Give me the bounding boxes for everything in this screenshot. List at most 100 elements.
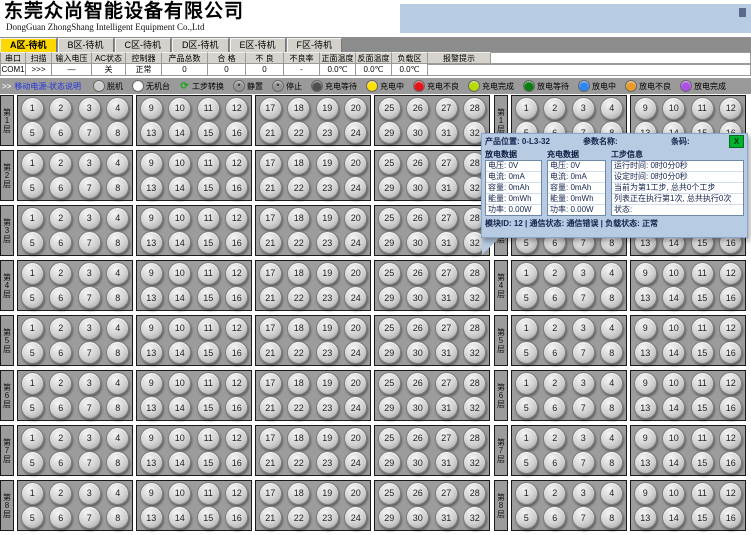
cell-button-4[interactable]: 4 [106, 427, 129, 450]
cell-button-19[interactable]: 19 [316, 207, 339, 230]
cell-button-3[interactable]: 3 [572, 317, 595, 340]
cell-button-4[interactable]: 4 [600, 317, 623, 340]
cell-button-15[interactable]: 15 [197, 231, 220, 254]
cell-button-6[interactable]: 6 [543, 506, 566, 529]
cell-button-19[interactable]: 19 [316, 317, 339, 340]
cell-button-5[interactable]: 5 [21, 451, 44, 474]
cell-button-16[interactable]: 16 [719, 506, 742, 529]
cell-button-10[interactable]: 10 [168, 207, 191, 230]
cell-button-3[interactable]: 3 [78, 372, 101, 395]
cell-button-8[interactable]: 8 [106, 121, 129, 144]
cell-button-3[interactable]: 3 [78, 262, 101, 285]
cell-button-5[interactable]: 5 [21, 176, 44, 199]
cell-button-17[interactable]: 17 [259, 97, 282, 120]
cell-button-25[interactable]: 25 [378, 427, 401, 450]
cell-button-16[interactable]: 16 [225, 176, 248, 199]
cell-button-2[interactable]: 2 [49, 427, 72, 450]
cell-button-7[interactable]: 7 [78, 451, 101, 474]
cell-button-2[interactable]: 2 [49, 317, 72, 340]
cell-button-1[interactable]: 1 [21, 207, 44, 230]
cell-button-12[interactable]: 12 [225, 97, 248, 120]
cell-button-5[interactable]: 5 [21, 231, 44, 254]
cell-button-3[interactable]: 3 [78, 427, 101, 450]
cell-button-30[interactable]: 30 [406, 396, 429, 419]
cell-button-9[interactable]: 9 [140, 152, 163, 175]
cell-button-8[interactable]: 8 [600, 286, 623, 309]
cell-button-14[interactable]: 14 [168, 231, 191, 254]
cell-button-27[interactable]: 27 [435, 152, 458, 175]
cell-button-1[interactable]: 1 [21, 152, 44, 175]
cell-button-10[interactable]: 10 [662, 97, 685, 120]
cell-button-8[interactable]: 8 [106, 341, 129, 364]
cell-button-29[interactable]: 29 [378, 451, 401, 474]
cell-button-31[interactable]: 31 [435, 121, 458, 144]
cell-button-13[interactable]: 13 [140, 506, 163, 529]
cell-button-29[interactable]: 29 [378, 231, 401, 254]
cell-button-15[interactable]: 15 [197, 451, 220, 474]
cell-button-32[interactable]: 32 [463, 506, 486, 529]
cell-button-9[interactable]: 9 [140, 262, 163, 285]
cell-button-9[interactable]: 9 [140, 482, 163, 505]
cell-button-10[interactable]: 10 [662, 317, 685, 340]
cell-button-4[interactable]: 4 [600, 97, 623, 120]
cell-button-8[interactable]: 8 [600, 396, 623, 419]
cell-button-13[interactable]: 13 [140, 286, 163, 309]
cell-button-13[interactable]: 13 [140, 176, 163, 199]
cell-button-1[interactable]: 1 [515, 482, 538, 505]
cell-button-30[interactable]: 30 [406, 176, 429, 199]
cell-button-9[interactable]: 9 [140, 317, 163, 340]
cell-button-20[interactable]: 20 [344, 97, 367, 120]
cell-button-23[interactable]: 23 [316, 451, 339, 474]
cell-button-26[interactable]: 26 [406, 427, 429, 450]
cell-button-21[interactable]: 21 [259, 396, 282, 419]
cell-button-6[interactable]: 6 [49, 396, 72, 419]
cell-button-8[interactable]: 8 [106, 176, 129, 199]
cell-button-16[interactable]: 16 [719, 286, 742, 309]
cell-button-5[interactable]: 5 [21, 286, 44, 309]
cell-button-20[interactable]: 20 [344, 427, 367, 450]
cell-button-29[interactable]: 29 [378, 506, 401, 529]
cell-button-11[interactable]: 11 [197, 427, 220, 450]
cell-button-21[interactable]: 21 [259, 121, 282, 144]
cell-button-23[interactable]: 23 [316, 176, 339, 199]
cell-button-11[interactable]: 11 [197, 97, 220, 120]
cell-button-11[interactable]: 11 [691, 317, 714, 340]
cell-button-12[interactable]: 12 [225, 317, 248, 340]
cell-button-31[interactable]: 31 [435, 396, 458, 419]
cell-button-6[interactable]: 6 [49, 341, 72, 364]
cell-button-9[interactable]: 9 [140, 372, 163, 395]
cell-button-16[interactable]: 16 [719, 341, 742, 364]
cell-button-25[interactable]: 25 [378, 372, 401, 395]
cell-button-8[interactable]: 8 [600, 341, 623, 364]
cell-button-1[interactable]: 1 [515, 317, 538, 340]
cell-button-21[interactable]: 21 [259, 176, 282, 199]
cell-button-1[interactable]: 1 [515, 372, 538, 395]
cell-button-16[interactable]: 16 [719, 451, 742, 474]
cell-button-19[interactable]: 19 [316, 427, 339, 450]
cell-button-22[interactable]: 22 [287, 506, 310, 529]
cell-button-20[interactable]: 20 [344, 207, 367, 230]
cell-button-14[interactable]: 14 [662, 286, 685, 309]
cell-button-6[interactable]: 6 [543, 341, 566, 364]
cell-button-7[interactable]: 7 [572, 341, 595, 364]
cell-button-9[interactable]: 9 [634, 427, 657, 450]
cell-button-30[interactable]: 30 [406, 341, 429, 364]
cell-button-2[interactable]: 2 [49, 482, 72, 505]
tab-zone-4[interactable]: D区-待机 [172, 38, 229, 52]
cell-button-23[interactable]: 23 [316, 121, 339, 144]
cell-button-8[interactable]: 8 [600, 451, 623, 474]
cell-button-3[interactable]: 3 [572, 427, 595, 450]
tab-zone-1[interactable]: A区-待机 [0, 38, 57, 52]
cell-button-4[interactable]: 4 [600, 427, 623, 450]
cell-button-7[interactable]: 7 [78, 396, 101, 419]
cell-button-7[interactable]: 7 [572, 286, 595, 309]
cell-button-17[interactable]: 17 [259, 262, 282, 285]
cell-button-17[interactable]: 17 [259, 427, 282, 450]
cell-button-6[interactable]: 6 [49, 231, 72, 254]
cell-button-16[interactable]: 16 [225, 286, 248, 309]
cell-button-15[interactable]: 15 [197, 396, 220, 419]
cell-button-6[interactable]: 6 [543, 451, 566, 474]
cell-button-11[interactable]: 11 [691, 427, 714, 450]
cell-button-11[interactable]: 11 [197, 372, 220, 395]
cell-button-4[interactable]: 4 [106, 372, 129, 395]
